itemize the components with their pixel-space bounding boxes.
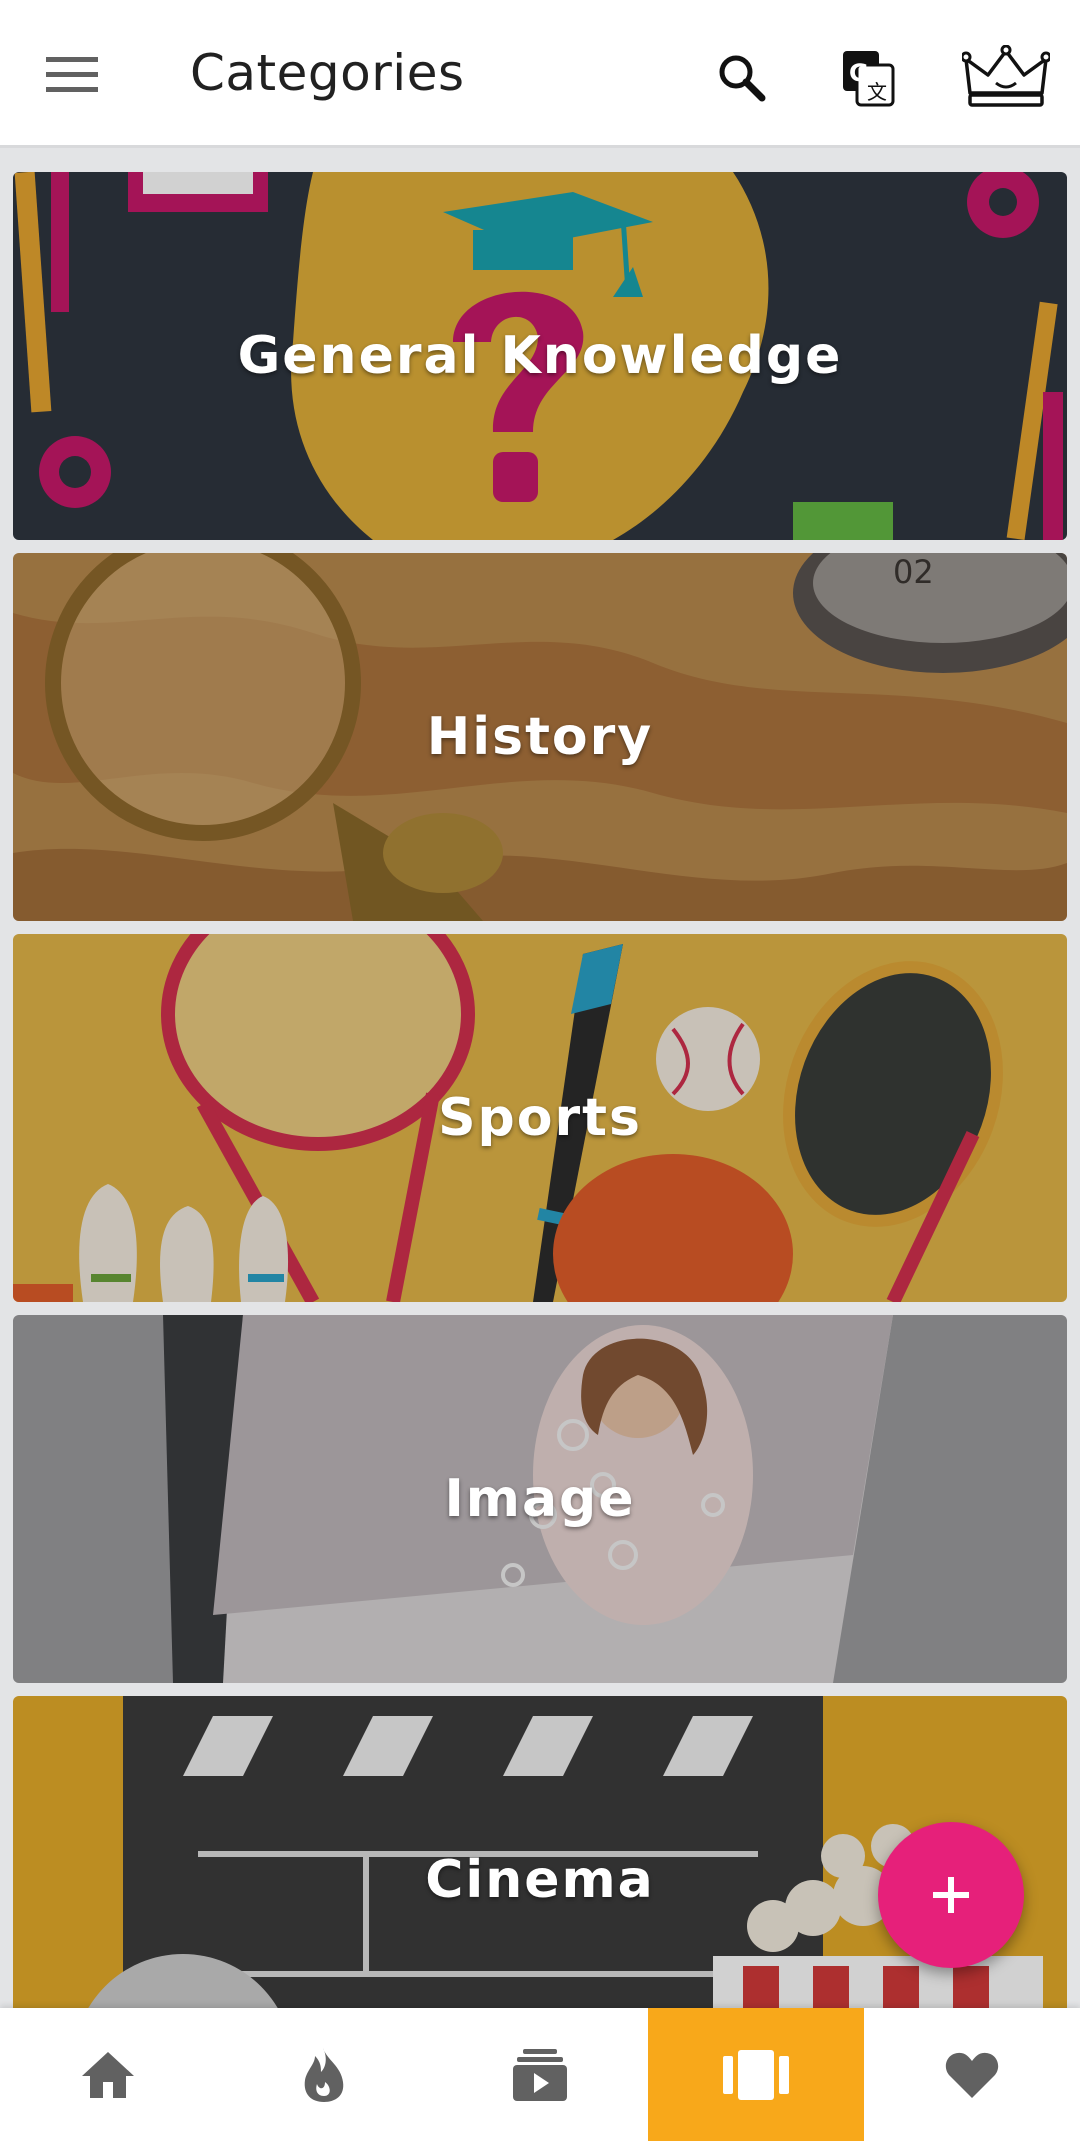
- video-library-icon: [513, 2048, 567, 2101]
- add-fab-button[interactable]: [878, 1822, 1024, 1968]
- page-title: Categories: [190, 44, 465, 102]
- fire-icon: [304, 2047, 344, 2102]
- category-card-image[interactable]: Image: [13, 1315, 1067, 1683]
- nav-item-home[interactable]: [0, 2008, 216, 2141]
- nav-item-trending[interactable]: [216, 2008, 432, 2141]
- search-icon: [719, 55, 766, 102]
- search-button[interactable]: [700, 36, 784, 120]
- nav-item-favorites[interactable]: [864, 2008, 1080, 2141]
- category-card-general-knowledge[interactable]: General Knowledge: [13, 172, 1067, 540]
- category-label: History: [426, 707, 654, 767]
- app-bar: Categories G 文: [0, 0, 1080, 148]
- menu-icon: [46, 57, 98, 92]
- bottom-navigation: [0, 2008, 1080, 2141]
- category-label: General Knowledge: [237, 326, 843, 386]
- categories-icon: [723, 2049, 789, 2100]
- category-label: Image: [444, 1469, 636, 1529]
- category-list: General Knowledge 02 History Sports Imag…: [13, 172, 1067, 2077]
- svg-text:G: G: [849, 59, 869, 87]
- category-label: Sports: [438, 1088, 642, 1148]
- premium-button[interactable]: [958, 36, 1054, 120]
- nav-item-videos[interactable]: [432, 2008, 648, 2141]
- translate-icon: G 文: [843, 51, 895, 107]
- category-card-sports[interactable]: Sports: [13, 934, 1067, 1302]
- svg-text:文: 文: [867, 80, 887, 104]
- menu-button[interactable]: [36, 42, 108, 108]
- crown-icon: [962, 45, 1050, 107]
- category-card-history[interactable]: 02 History: [13, 553, 1067, 921]
- nav-item-categories[interactable]: [648, 2008, 864, 2141]
- translate-button[interactable]: G 文: [826, 36, 910, 120]
- heart-icon: [945, 2052, 999, 2098]
- plus-icon: [933, 1877, 969, 1913]
- home-icon: [82, 2051, 134, 2098]
